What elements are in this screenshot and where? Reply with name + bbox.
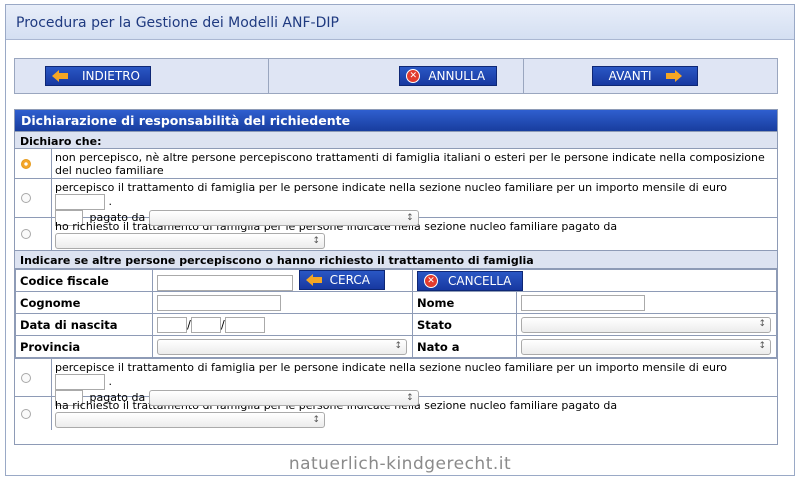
nome-label: Nome (412, 291, 517, 314)
option-3-paid-select[interactable] (55, 233, 325, 249)
nav-cell-back: INDIETRO (15, 59, 270, 93)
option-3-radio[interactable] (21, 229, 31, 239)
birth-year-input[interactable] (224, 316, 265, 333)
option-2-amount-input[interactable] (55, 194, 105, 210)
back-button-label: INDIETRO (82, 69, 140, 83)
option-2-radio[interactable] (21, 193, 31, 203)
declare-label: Dichiaro che: (15, 131, 777, 149)
nav-cell-next: AVANTI (524, 59, 777, 93)
stato-select[interactable] (521, 316, 771, 333)
page-title: Procedura per la Gestione dei Modelli AN… (16, 15, 339, 31)
nome-input[interactable] (521, 294, 645, 311)
title-bar: Procedura per la Gestione dei Modelli AN… (6, 5, 794, 40)
option-1-radio[interactable] (21, 158, 31, 169)
provincia-select[interactable] (157, 338, 407, 355)
nato-a-select[interactable] (521, 338, 771, 355)
arrow-left-icon (52, 70, 68, 82)
arrow-right-icon (665, 70, 682, 82)
other-option-1-paid-select[interactable] (148, 390, 419, 406)
option-row: percepisce il trattamento di famiglia pe… (15, 358, 777, 406)
back-button[interactable]: INDIETRO (45, 66, 151, 86)
nav-cell-cancel: ✕ ANNULLA (269, 59, 524, 93)
others-label: Indicare se altre persone percepiscono o… (15, 251, 777, 269)
cancel-icon: ✕ (406, 69, 421, 83)
cancel-button-label: ANNULLA (428, 69, 486, 83)
option-1-text: non percepisco, nè altre persone percepi… (55, 151, 765, 177)
other-option-1-radio[interactable] (21, 372, 31, 383)
next-button[interactable]: AVANTI (591, 66, 698, 86)
option-2-paid-select[interactable] (148, 210, 419, 226)
nav-bar: INDIETRO ✕ ANNULLA AVANTI (14, 58, 778, 94)
other-option-1-suffix: . (108, 375, 113, 388)
other-option-2-radio[interactable] (21, 408, 31, 419)
option-row: non percepisco, nè altre persone percepi… (15, 149, 777, 179)
cognome-label: Cognome (15, 291, 153, 314)
codice-fiscale-label: Codice fiscale (15, 269, 153, 292)
person-search-form: Codice fiscale CERCA ✕ CANCELLA Cognome … (15, 269, 777, 358)
stato-label: Stato (412, 313, 517, 336)
arrow-left-icon (305, 274, 322, 287)
search-button-label: CERCA (329, 273, 370, 288)
data-nascita-label: Data di nascita (15, 313, 153, 336)
option-2-suffix: . (108, 195, 113, 208)
option-row: percepisco il trattamento di famiglia pe… (15, 179, 777, 226)
birth-month-input[interactable] (190, 316, 221, 333)
other-option-1-amount-input[interactable] (55, 374, 105, 390)
other-option-1-text: percepisce il trattamento di famiglia pe… (55, 361, 728, 374)
codice-fiscale-input[interactable] (157, 274, 293, 291)
other-option-2-paid-select[interactable] (55, 412, 325, 428)
cancel-button[interactable]: ✕ ANNULLA (399, 66, 498, 86)
clear-button-label: CANCELLA (448, 273, 512, 288)
nato-a-label: Nato a (412, 335, 517, 358)
responsibility-section: Dichiarazione di responsabilità del rich… (14, 109, 778, 445)
section-title: Dichiarazione di responsabilità del rich… (15, 110, 777, 131)
cognome-input[interactable] (157, 294, 281, 311)
next-button-label: AVANTI (608, 69, 652, 83)
birth-day-input[interactable] (157, 316, 187, 333)
search-button[interactable]: CERCA (298, 270, 385, 291)
option-2-text: percepisco il trattamento di famiglia pe… (55, 181, 727, 194)
clear-button[interactable]: ✕ CANCELLA (417, 270, 523, 291)
watermark: natuerlich-kindgerecht.it (288, 454, 512, 474)
provincia-label: Provincia (15, 335, 153, 358)
clear-icon: ✕ (424, 273, 438, 288)
